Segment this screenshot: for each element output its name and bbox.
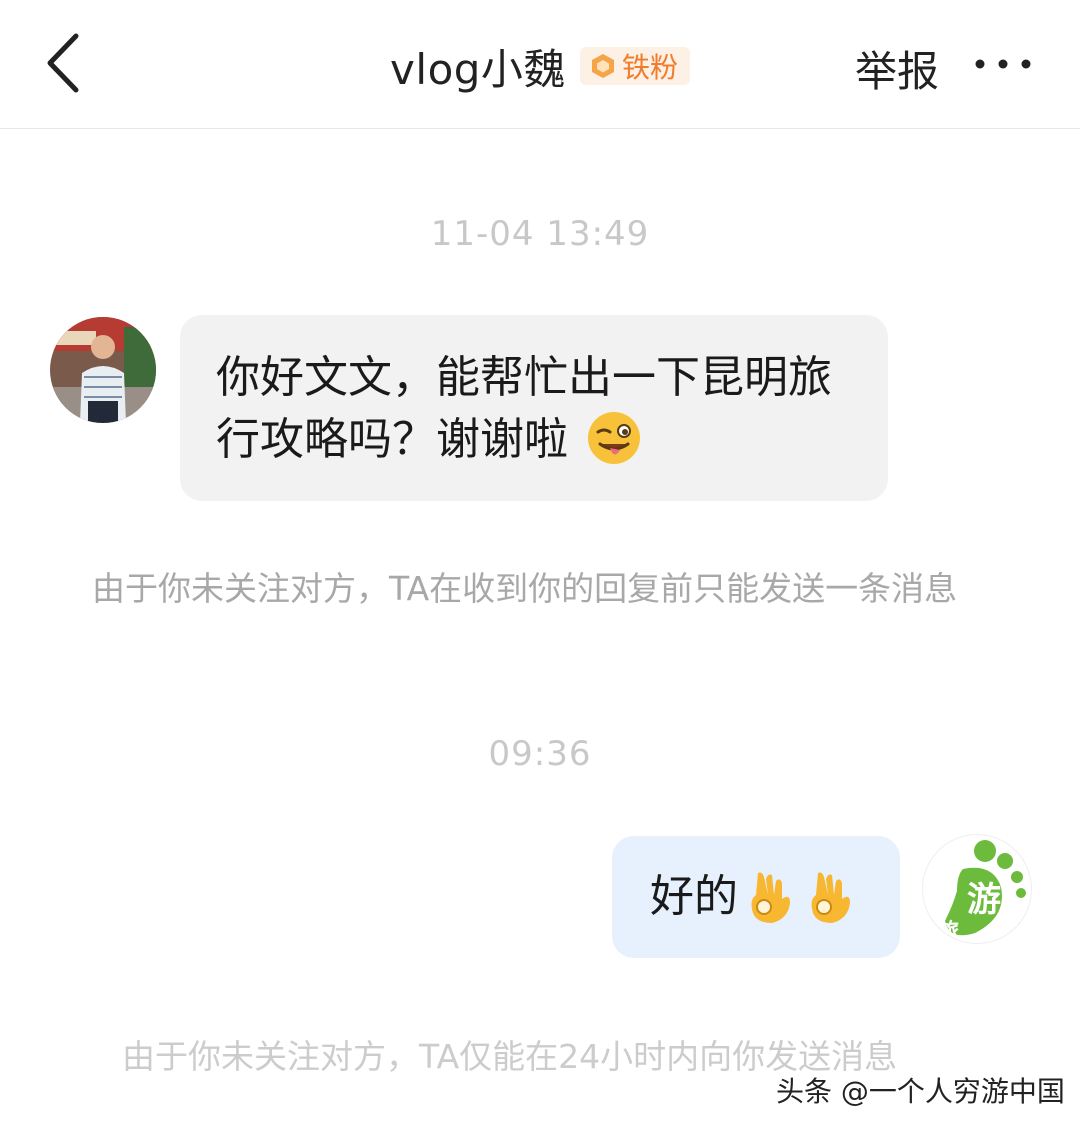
follow-notice: 由于你未关注对方，TA在收到你的回复前只能发送一条消息	[92, 569, 958, 608]
avatar[interactable]: 游 旅	[922, 834, 1032, 944]
watermark: 头条 @一个人穷游中国	[776, 1075, 1065, 1108]
more-dots-icon[interactable]	[968, 42, 1038, 86]
logo-text-small: 旅	[939, 918, 959, 942]
logo-text-main: 游	[967, 880, 1001, 920]
chat-header: vlog小魏 铁粉 举报	[0, 0, 1080, 129]
travel-footprint-logo-icon: 游 旅	[939, 840, 1026, 942]
incoming-message-bubble[interactable]: 你好文文，能帮忙出一下昆明旅行攻略吗？谢谢啦	[180, 315, 888, 501]
fan-badge: 铁粉	[579, 47, 690, 85]
avatar[interactable]	[50, 317, 156, 423]
winking-tongue-emoji-icon	[588, 412, 640, 464]
outgoing-message-text: 好的	[650, 871, 738, 922]
report-button[interactable]: 举报	[855, 38, 939, 99]
incoming-message-text: 你好文文，能帮忙出一下昆明旅行攻略吗？谢谢啦	[216, 352, 832, 465]
timestamp: 09:36	[488, 734, 592, 774]
ok-hand-emoji-icon	[751, 872, 790, 923]
outgoing-message-bubble[interactable]: 好的	[612, 836, 900, 958]
chat-title[interactable]: vlog小魏	[390, 36, 566, 97]
timestamp: 11-04 13:49	[430, 214, 650, 254]
fan-badge-label: 铁粉	[621, 51, 678, 84]
contact-avatar-photo	[50, 317, 156, 423]
ok-hand-emoji-icon	[811, 872, 850, 923]
fan-level-icon	[591, 54, 614, 78]
